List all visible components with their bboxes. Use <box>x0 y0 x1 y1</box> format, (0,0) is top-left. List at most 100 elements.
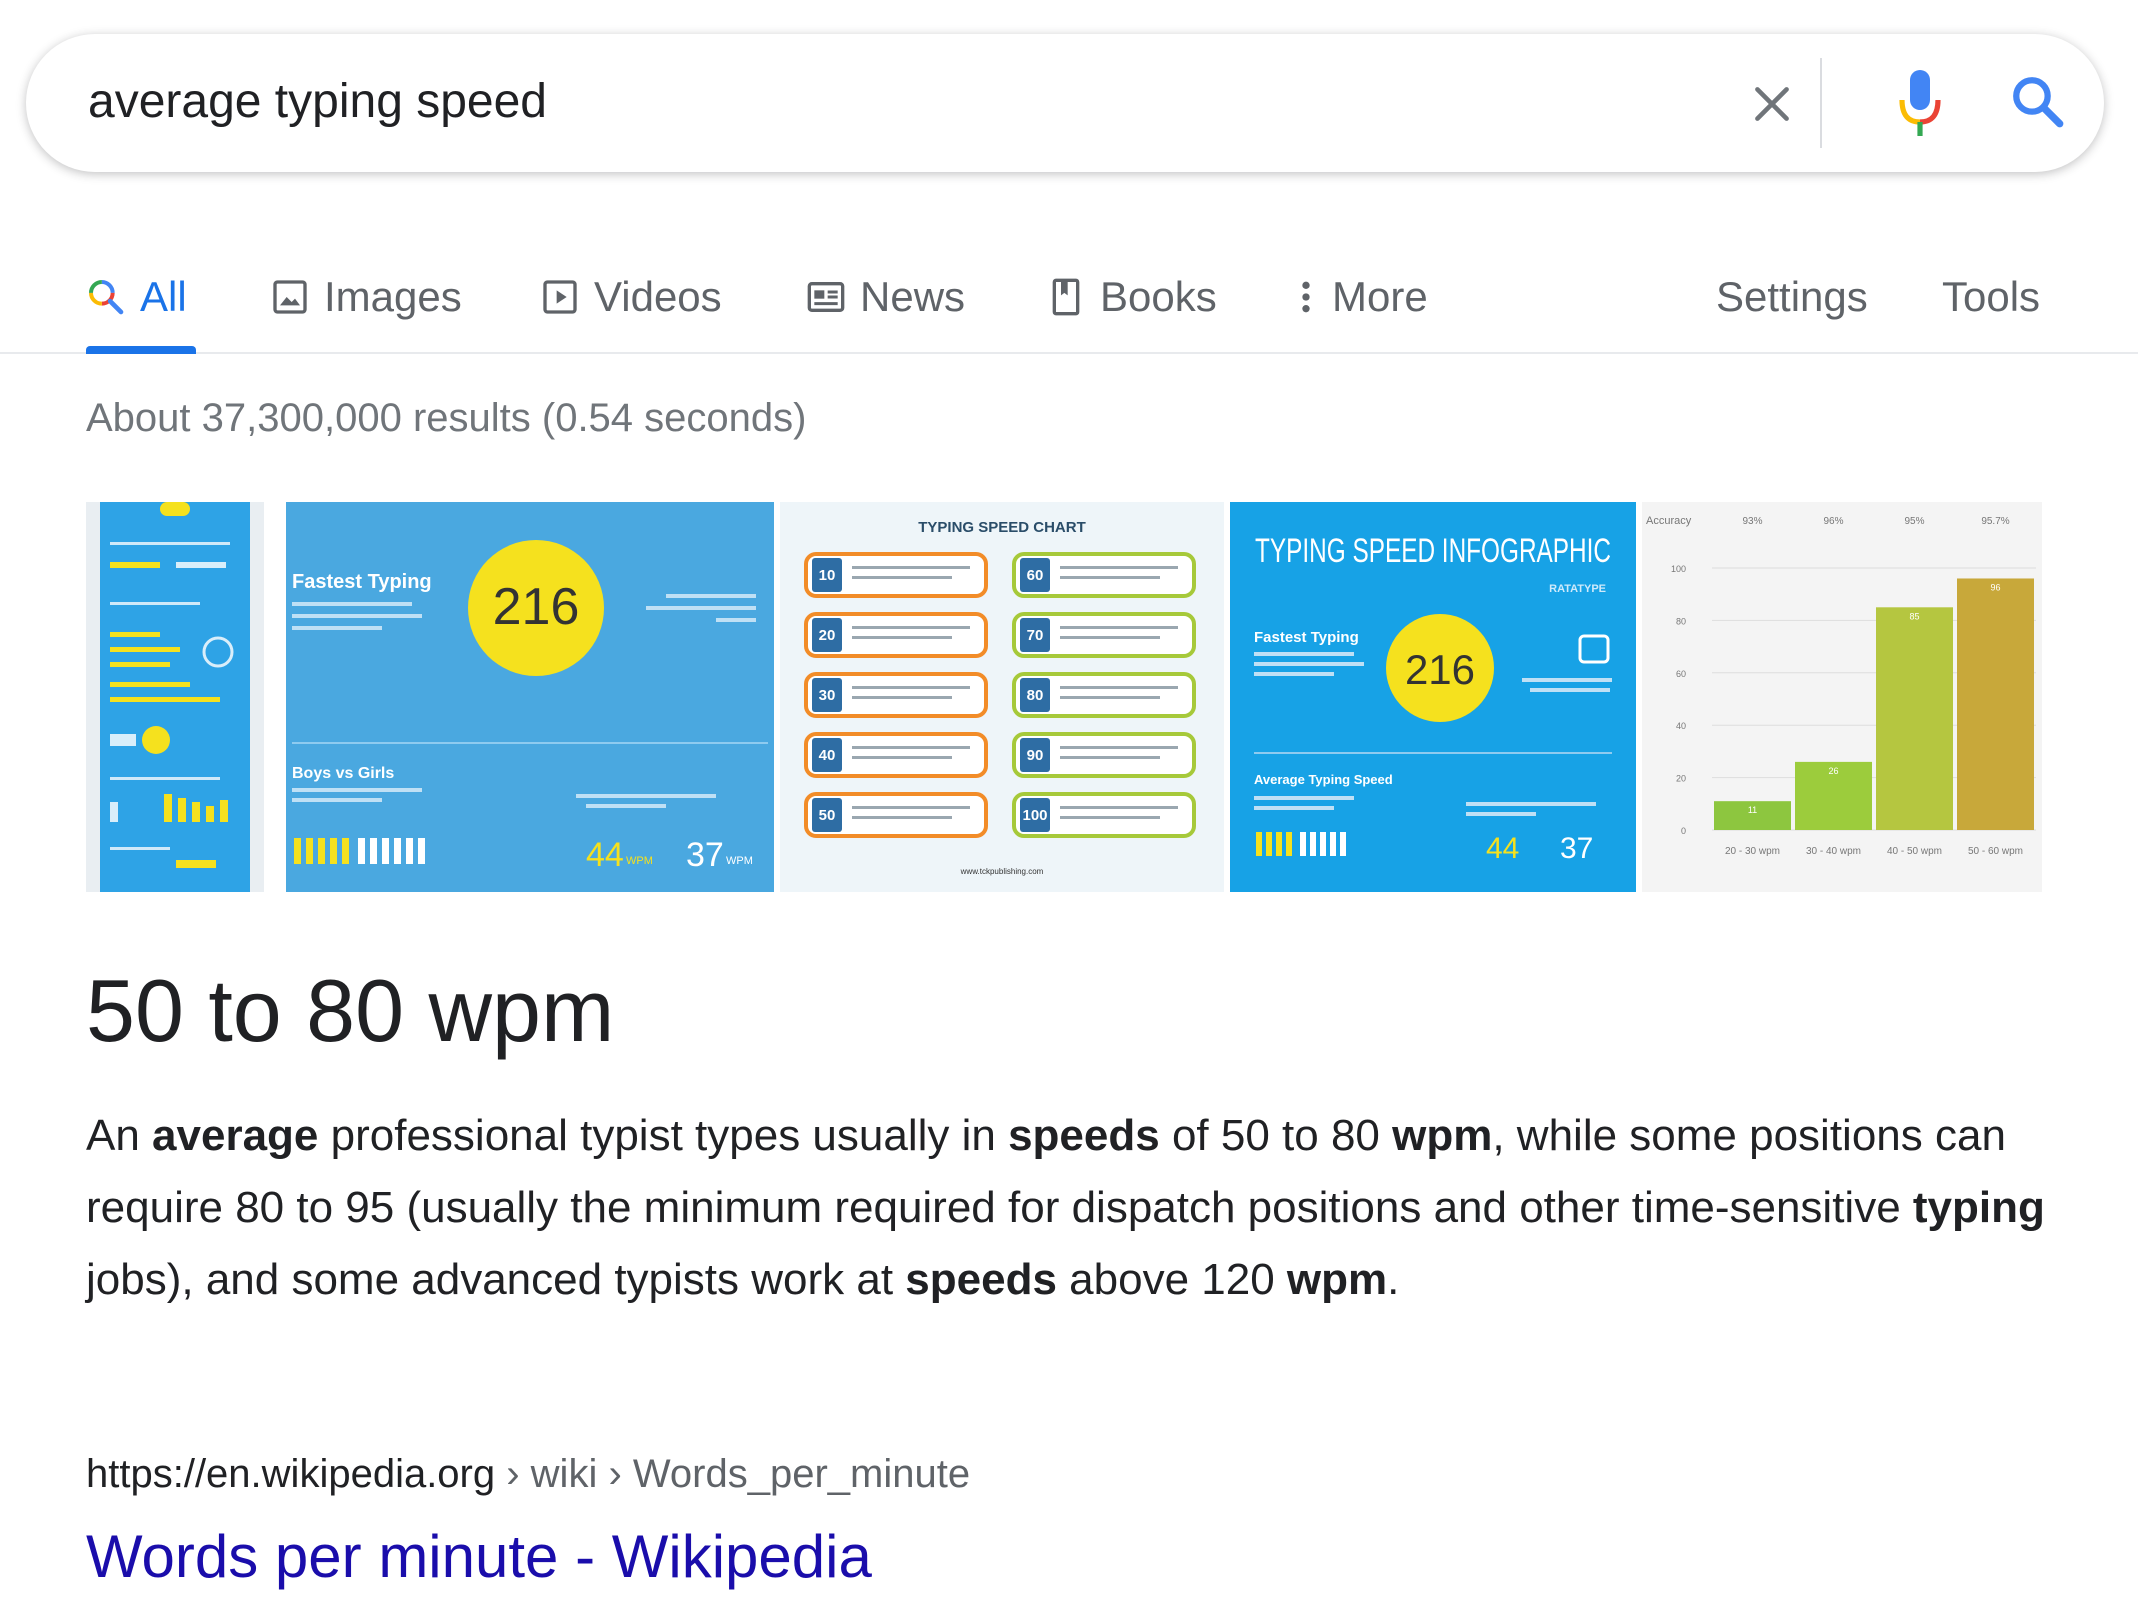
result-url[interactable]: https://en.wikipedia.org › wiki › Words_… <box>86 1452 970 1497</box>
chart-accuracy-label: Accuracy <box>1646 515 1692 527</box>
level-text-line <box>852 806 970 809</box>
level-text-line <box>852 816 952 819</box>
tab-label: More <box>1332 273 1428 320</box>
image-stat-b: 37 <box>686 836 724 874</box>
play-icon <box>540 277 580 317</box>
close-icon <box>1755 87 1789 121</box>
newspaper-icon <box>806 277 846 317</box>
result-title-link[interactable]: Words per minute - Wikipedia <box>86 1522 872 1591</box>
chart-x-tick: 30 - 40 wpm <box>1806 846 1861 857</box>
snippet-bold-text: wpm <box>1392 1111 1493 1160</box>
chart-x-tick: 20 - 30 wpm <box>1725 846 1780 857</box>
snippet-text: professional typist types usually in <box>318 1111 1009 1160</box>
snippet-text: An <box>86 1111 153 1160</box>
image-title: TYPING SPEED INFOGRAPHIC <box>1255 532 1611 570</box>
search-bar[interactable]: average typing speed <box>26 34 2104 172</box>
tab-label: Videos <box>594 273 722 320</box>
image-unit: WPM <box>726 855 753 867</box>
chart-y-tick: 100 <box>1671 564 1686 574</box>
microphone-icon <box>1899 70 1941 136</box>
level-value: 60 <box>1027 567 1044 584</box>
snippet-text: jobs), and some advanced typists work at <box>86 1255 906 1304</box>
clear-search-button[interactable] <box>1736 68 1808 140</box>
result-stats: About 37,300,000 results (0.54 seconds) <box>86 396 807 440</box>
chart-bar-label: 26 <box>1828 766 1838 776</box>
tab-images[interactable]: Images <box>270 262 462 332</box>
chart-bar <box>1876 607 1953 830</box>
tools-link[interactable]: Tools <box>1942 262 2040 332</box>
level-text-line <box>1060 696 1160 699</box>
tab-all[interactable]: All <box>86 262 187 332</box>
snippet-bold-text: speeds <box>905 1255 1057 1304</box>
chart-accuracy-value: 95% <box>1904 516 1924 527</box>
snippet-bold-text: speeds <box>1008 1111 1160 1160</box>
level-text-line <box>1060 746 1178 749</box>
level-text-line <box>1060 806 1178 809</box>
level-text-line <box>852 576 952 579</box>
tab-label: Books <box>1100 273 1217 320</box>
level-value: 30 <box>819 687 836 704</box>
level-text-line <box>852 566 970 569</box>
image-big-number: 216 <box>493 578 580 636</box>
tab-more[interactable]: More <box>1294 262 1428 332</box>
searchbar-divider <box>1820 58 1822 148</box>
level-value: 100 <box>1022 807 1047 824</box>
image-stat-a: 44 <box>1486 832 1519 865</box>
chart-accuracy-value: 96% <box>1823 516 1843 527</box>
voice-search-button[interactable] <box>1888 64 1952 144</box>
level-value: 10 <box>819 567 836 584</box>
snippet-bold-text: typing <box>1912 1183 2045 1232</box>
search-input[interactable]: average typing speed <box>88 74 547 129</box>
level-text-line <box>852 746 970 749</box>
image-result-3[interactable]: TYPING SPEED CHART www.tckpublishing.com… <box>780 502 1224 892</box>
level-value: 20 <box>819 627 836 644</box>
featured-answer-title: 50 to 80 wpm <box>86 961 615 1060</box>
search-icon <box>86 277 126 317</box>
more-vertical-icon <box>1294 277 1318 317</box>
level-text-line <box>1060 566 1178 569</box>
image-brand: RATATYPE <box>1549 583 1606 595</box>
tab-news[interactable]: News <box>806 262 965 332</box>
level-text-line <box>852 756 952 759</box>
tab-label: News <box>860 273 966 320</box>
tab-videos[interactable]: Videos <box>540 262 722 332</box>
chart-bar-label: 96 <box>1990 582 2000 592</box>
level-text-line <box>1060 816 1160 819</box>
tab-label: All <box>140 273 187 320</box>
chart-y-tick: 60 <box>1676 669 1686 679</box>
chart-accuracy-value: 93% <box>1742 516 1762 527</box>
image-section: Boys vs Girls <box>292 765 394 782</box>
chart-y-tick: 20 <box>1676 774 1686 784</box>
search-button[interactable] <box>2002 66 2074 138</box>
book-icon <box>1046 277 1086 317</box>
image-stat-b: 37 <box>1560 832 1593 865</box>
image-section: Average Typing Speed <box>1254 772 1393 787</box>
level-text-line <box>1060 756 1160 759</box>
image-title: TYPING SPEED CHART <box>918 519 1086 536</box>
chart-bar-label: 11 <box>1748 805 1757 815</box>
image-result-4[interactable]: TYPING SPEED INFOGRAPHIC RATATYPE Fastes… <box>1230 502 1636 892</box>
image-heading: Fastest Typing <box>1254 629 1359 646</box>
result-domain: https://en.wikipedia.org <box>86 1452 496 1496</box>
level-value: 80 <box>1027 687 1044 704</box>
level-value: 70 <box>1027 627 1044 644</box>
level-text-line <box>1060 686 1178 689</box>
chart-y-tick: 40 <box>1676 721 1686 731</box>
tab-books[interactable]: Books <box>1046 262 1217 332</box>
snippet-bold-text: average <box>152 1111 319 1160</box>
image-result-1[interactable] <box>86 502 264 892</box>
level-text-line <box>852 696 952 699</box>
image-heading: Fastest Typing <box>292 571 432 593</box>
snippet-text: . <box>1387 1255 1400 1304</box>
chart-accuracy-value: 95.7% <box>1981 516 2009 527</box>
level-value: 50 <box>819 807 836 824</box>
level-value: 90 <box>1027 747 1044 764</box>
image-result-2[interactable]: Fastest Typing 216 Boys vs Girls 44 WPM <box>286 502 774 892</box>
chart-bar-label: 85 <box>1909 611 1919 621</box>
image-big-number: 216 <box>1405 646 1475 693</box>
tab-label: Images <box>324 273 462 320</box>
settings-link[interactable]: Settings <box>1716 262 1868 332</box>
chart-x-tick: 40 - 50 wpm <box>1887 846 1942 857</box>
image-result-5[interactable]: Accuracy 100 80 60 40 20 0 11 93% 20 - 30 wpm 26 9… <box>1642 502 2042 892</box>
search-tabs: All Images Videos News Books More Settin… <box>0 250 2138 354</box>
